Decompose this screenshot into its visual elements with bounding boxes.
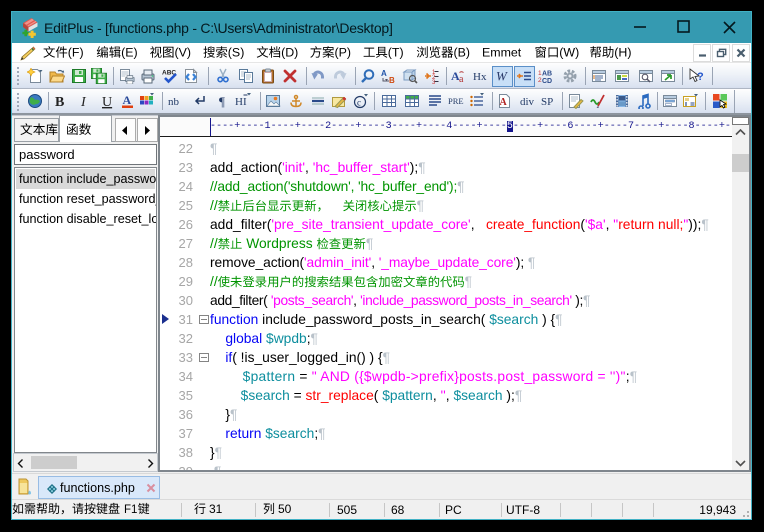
svg-text:B: B xyxy=(55,95,64,109)
svg-text:A: A xyxy=(123,93,132,107)
svg-text:B: B xyxy=(389,76,395,84)
svg-text:div: div xyxy=(520,96,535,108)
svg-text:SP: SP xyxy=(541,96,553,108)
svg-text:AB: AB xyxy=(542,71,552,78)
svg-text:?: ? xyxy=(697,71,704,83)
svg-text:a: a xyxy=(459,74,464,84)
svg-text:nb: nb xyxy=(168,96,180,108)
svg-text:W: W xyxy=(496,69,508,84)
svg-text:A: A xyxy=(500,97,508,108)
svg-text:A: A xyxy=(381,69,387,78)
svg-text:HI: HI xyxy=(235,96,247,108)
svg-text:U: U xyxy=(102,95,112,109)
svg-text:I: I xyxy=(80,95,87,109)
svg-text:¶: ¶ xyxy=(219,94,225,109)
svg-text:PRE: PRE xyxy=(448,96,464,106)
svg-text:c: c xyxy=(357,98,361,108)
svg-text:Hx: Hx xyxy=(473,71,487,83)
svg-text:CD: CD xyxy=(542,78,552,84)
